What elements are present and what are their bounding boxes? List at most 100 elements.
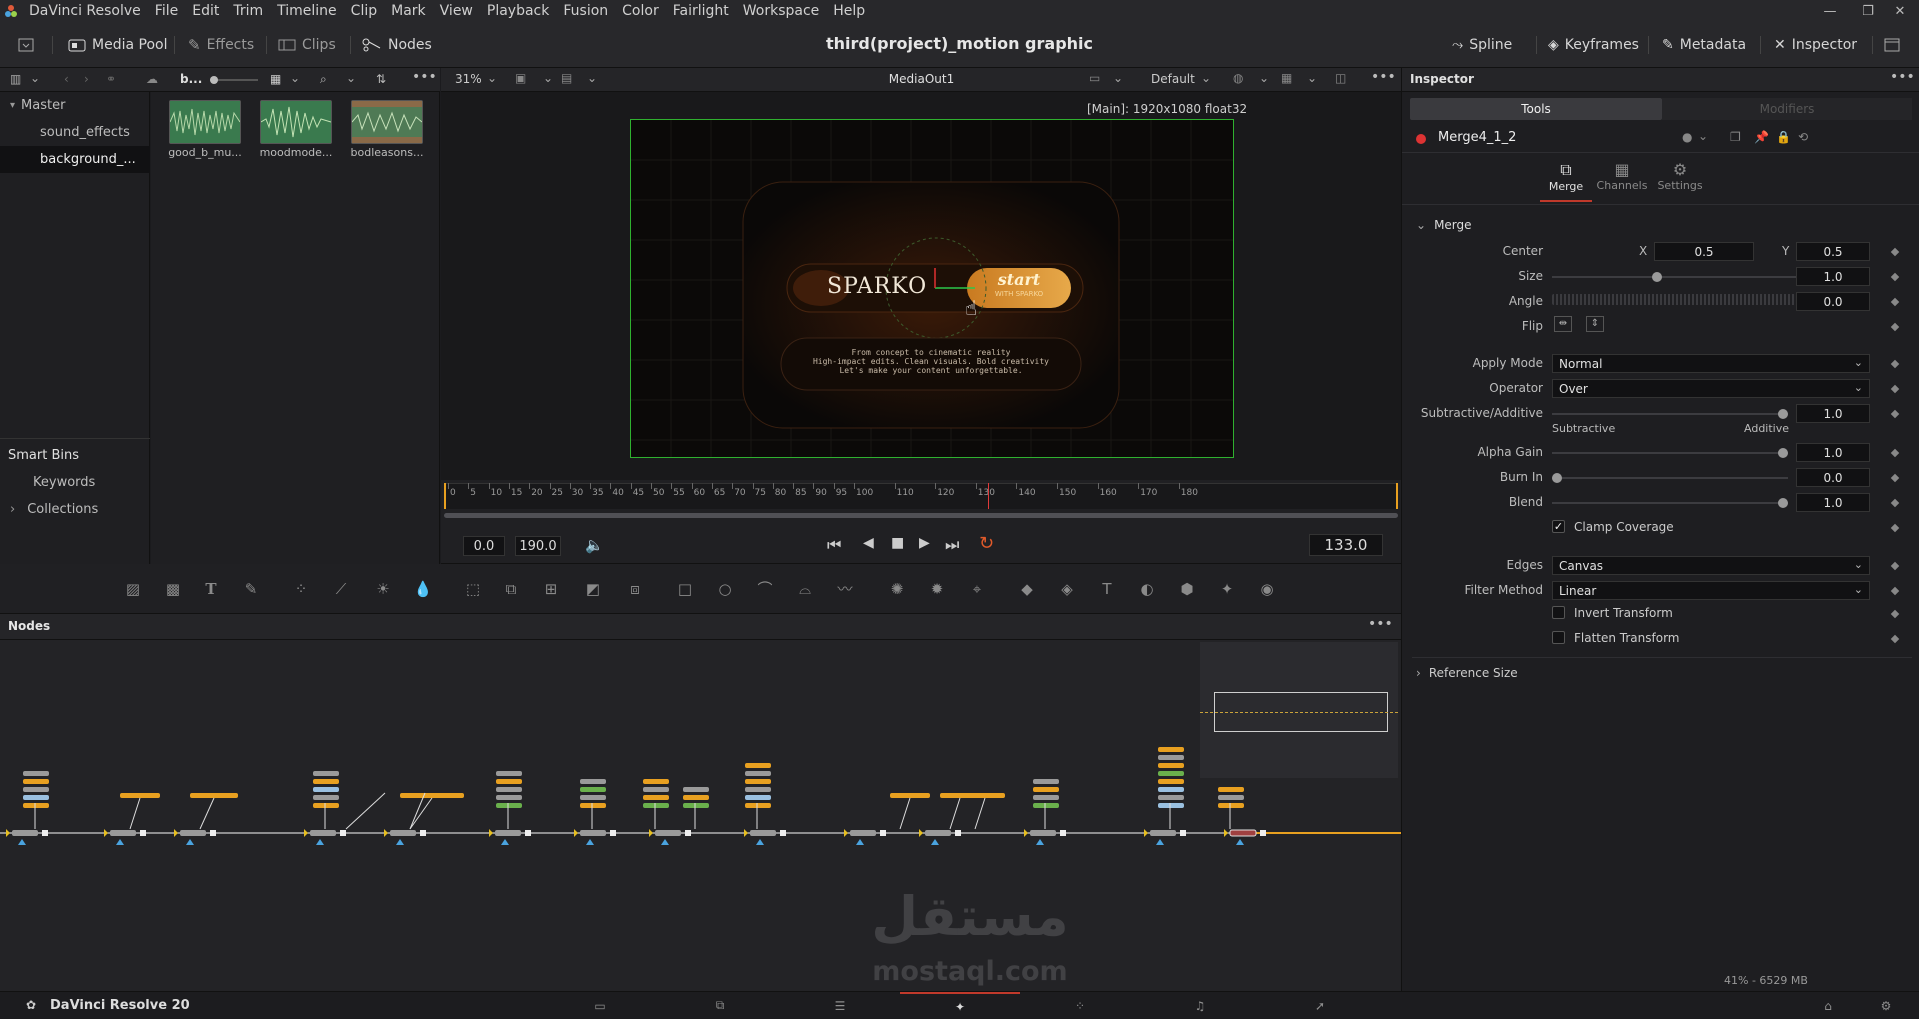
forward-icon[interactable]: › <box>84 72 89 86</box>
menu-workspace[interactable]: Workspace <box>736 0 827 22</box>
merge-node[interactable] <box>310 830 336 836</box>
center-y-field[interactable]: 0.5 <box>1796 242 1870 261</box>
tool-node[interactable] <box>580 803 606 808</box>
sidebar-toggle-icon[interactable]: ▥ <box>10 72 21 86</box>
alpha-gain-field[interactable]: 1.0 <box>1796 443 1870 462</box>
merge-node[interactable] <box>110 830 136 836</box>
node-mask-arrow[interactable] <box>1236 839 1244 845</box>
node-output-port[interactable] <box>685 830 691 836</box>
merge-node[interactable] <box>390 830 416 836</box>
tool-node[interactable] <box>683 787 709 792</box>
tool-node[interactable] <box>643 787 669 792</box>
node-mask-arrow[interactable] <box>18 839 26 845</box>
bspline-mask-icon[interactable]: ⌓ <box>794 578 816 600</box>
node-input-arrow[interactable] <box>1024 829 1028 837</box>
cube3d-tool-icon[interactable]: ⬢ <box>1176 578 1198 600</box>
node-graph[interactable]: مستقل mostaql.com <box>0 640 1401 991</box>
range-end-marker[interactable] <box>1396 483 1398 509</box>
keyframe-icon[interactable] <box>1890 473 1900 483</box>
alpha-gain-slider[interactable] <box>1552 448 1788 458</box>
node-mask-arrow[interactable] <box>1156 839 1164 845</box>
node-link[interactable] <box>199 797 215 830</box>
chevron-down-icon[interactable]: ⌄ <box>487 71 497 85</box>
menu-file[interactable]: File <box>148 0 185 22</box>
flatten-transform-checkbox[interactable] <box>1552 631 1565 644</box>
node-link[interactable] <box>345 792 386 830</box>
bin-background[interactable]: background_... <box>0 146 150 173</box>
node-output-port[interactable] <box>1060 830 1066 836</box>
tool-node[interactable] <box>965 793 1005 798</box>
grid-icon[interactable]: ▦ <box>1281 71 1292 85</box>
chevron-down-icon[interactable]: ⌄ <box>587 71 597 85</box>
media-pool-button[interactable]: Media Pool <box>68 32 167 58</box>
keyframe-icon[interactable] <box>1890 297 1900 307</box>
chevron-down-icon[interactable]: ⌄ <box>1201 71 1211 85</box>
chevron-down-icon[interactable]: ⌄ <box>1307 71 1317 85</box>
bin-sound-effects[interactable]: sound_effects <box>0 119 150 146</box>
tool-node[interactable] <box>580 795 606 800</box>
matte-tool-icon[interactable]: ◩ <box>582 578 604 600</box>
tool-node[interactable] <box>496 803 522 808</box>
polygon-mask-icon[interactable]: ⌒ <box>754 578 776 600</box>
page-color-icon[interactable]: ⁘ <box>1050 992 1110 1019</box>
subtab-merge[interactable]: ⧉ Merge <box>1540 160 1592 202</box>
loop-icon[interactable]: ↻ <box>979 533 994 554</box>
subtab-channels[interactable]: ▦ Channels <box>1596 160 1648 202</box>
tool-node[interactable] <box>496 787 522 792</box>
tool-node[interactable] <box>1033 795 1059 800</box>
color-dot-icon[interactable]: ● <box>1682 130 1692 144</box>
current-frame-field[interactable]: 133.0 <box>1309 534 1383 556</box>
tool-node[interactable] <box>1158 755 1184 760</box>
tool-node[interactable] <box>1218 787 1244 792</box>
search-icon[interactable]: ⌕ <box>320 72 327 87</box>
menu-help[interactable]: Help <box>826 0 872 22</box>
more-options-icon[interactable]: ••• <box>412 69 437 85</box>
tool-node[interactable] <box>643 795 669 800</box>
clamp-coverage-checkbox[interactable]: ✓ <box>1552 520 1565 533</box>
smart-bin-collections[interactable]: › Collections <box>0 496 150 523</box>
node-input-arrow[interactable] <box>104 829 108 837</box>
versions-icon[interactable]: ❐ <box>1730 130 1741 144</box>
more-options-icon[interactable]: ••• <box>1368 616 1393 632</box>
flip-vertical-icon[interactable]: ⇕ <box>1586 316 1604 332</box>
node-mask-arrow[interactable] <box>316 839 324 845</box>
node-input-arrow[interactable] <box>574 829 578 837</box>
flip-horizontal-icon[interactable]: ⇹ <box>1554 316 1572 332</box>
pin-icon[interactable]: 📌 <box>1754 130 1769 144</box>
keyframe-icon[interactable] <box>1890 322 1900 332</box>
more-options-icon[interactable]: ••• <box>1890 69 1915 85</box>
tool-node[interactable] <box>23 803 49 808</box>
link-icon[interactable]: ⚭ <box>106 72 116 86</box>
tool-node[interactable] <box>1158 763 1184 768</box>
merge-node[interactable] <box>850 830 876 836</box>
rectangle-mask-icon[interactable]: □ <box>674 578 696 600</box>
keyframe-icon[interactable] <box>1890 609 1900 619</box>
tool-node[interactable] <box>313 795 339 800</box>
tool-node[interactable] <box>1158 747 1184 752</box>
stop-icon[interactable]: ■ <box>891 535 904 551</box>
node-mask-arrow[interactable] <box>756 839 764 845</box>
tool-node[interactable] <box>1158 803 1184 808</box>
node-output-port[interactable] <box>340 830 346 836</box>
sort-icon[interactable]: ⇅ <box>376 72 386 86</box>
image-tool-icon[interactable]: ▩ <box>162 578 184 600</box>
keyframe-icon[interactable] <box>1890 586 1900 596</box>
wave-tool-icon[interactable]: 〰 <box>834 578 856 600</box>
blur-tool-icon[interactable]: ⬚ <box>462 578 484 600</box>
lut-select[interactable]: Default <box>1151 72 1195 86</box>
node-link[interactable] <box>974 797 986 830</box>
end-frame-field[interactable]: 190.0 <box>515 536 561 556</box>
tool-node[interactable] <box>313 803 339 808</box>
split-view-icon[interactable]: ◫ <box>1335 71 1346 85</box>
node-output-port[interactable] <box>420 830 426 836</box>
node-enable-icon[interactable] <box>1416 134 1426 144</box>
menu-trim[interactable]: Trim <box>226 0 270 22</box>
node-link[interactable] <box>949 797 961 830</box>
channel-icon[interactable]: ◍ <box>1233 71 1243 85</box>
subtab-settings[interactable]: ⚙ Settings <box>1654 160 1706 202</box>
fit-icon[interactable]: ▣ <box>515 71 526 85</box>
node-mask-arrow[interactable] <box>661 839 669 845</box>
inspector-button[interactable]: ✕ Inspector <box>1774 32 1857 58</box>
node-input-arrow[interactable] <box>384 829 388 837</box>
node-mask-arrow[interactable] <box>586 839 594 845</box>
